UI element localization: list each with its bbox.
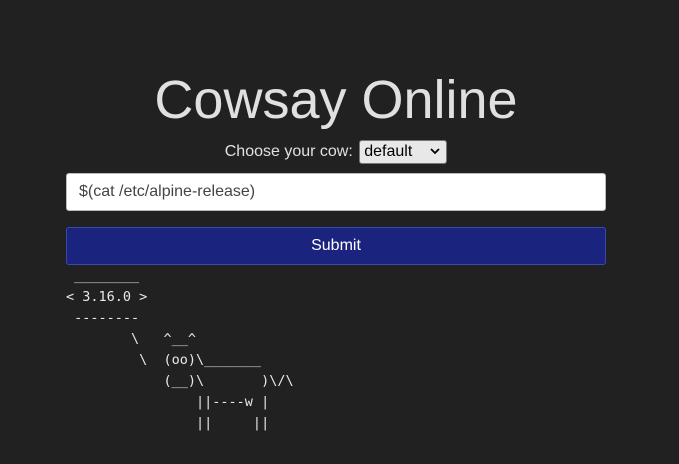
- cow-select-label: Choose your cow:: [224, 143, 353, 160]
- submit-button[interactable]: Submit: [66, 227, 606, 265]
- page: Cowsay Online Choose your cow: default $…: [0, 0, 679, 464]
- chevron-down-icon: [430, 148, 440, 155]
- cow-select-value: default: [364, 143, 413, 160]
- cow-select[interactable]: default: [359, 140, 448, 164]
- message-input[interactable]: $(cat /etc/alpine-release): [66, 173, 606, 211]
- page-title: Cowsay Online: [154, 70, 518, 130]
- cow-chooser: Choose your cow: default: [0, 140, 672, 164]
- cowsay-output: ________ < 3.16.0 > -------- \ ^__^ \ (o…: [66, 268, 294, 431]
